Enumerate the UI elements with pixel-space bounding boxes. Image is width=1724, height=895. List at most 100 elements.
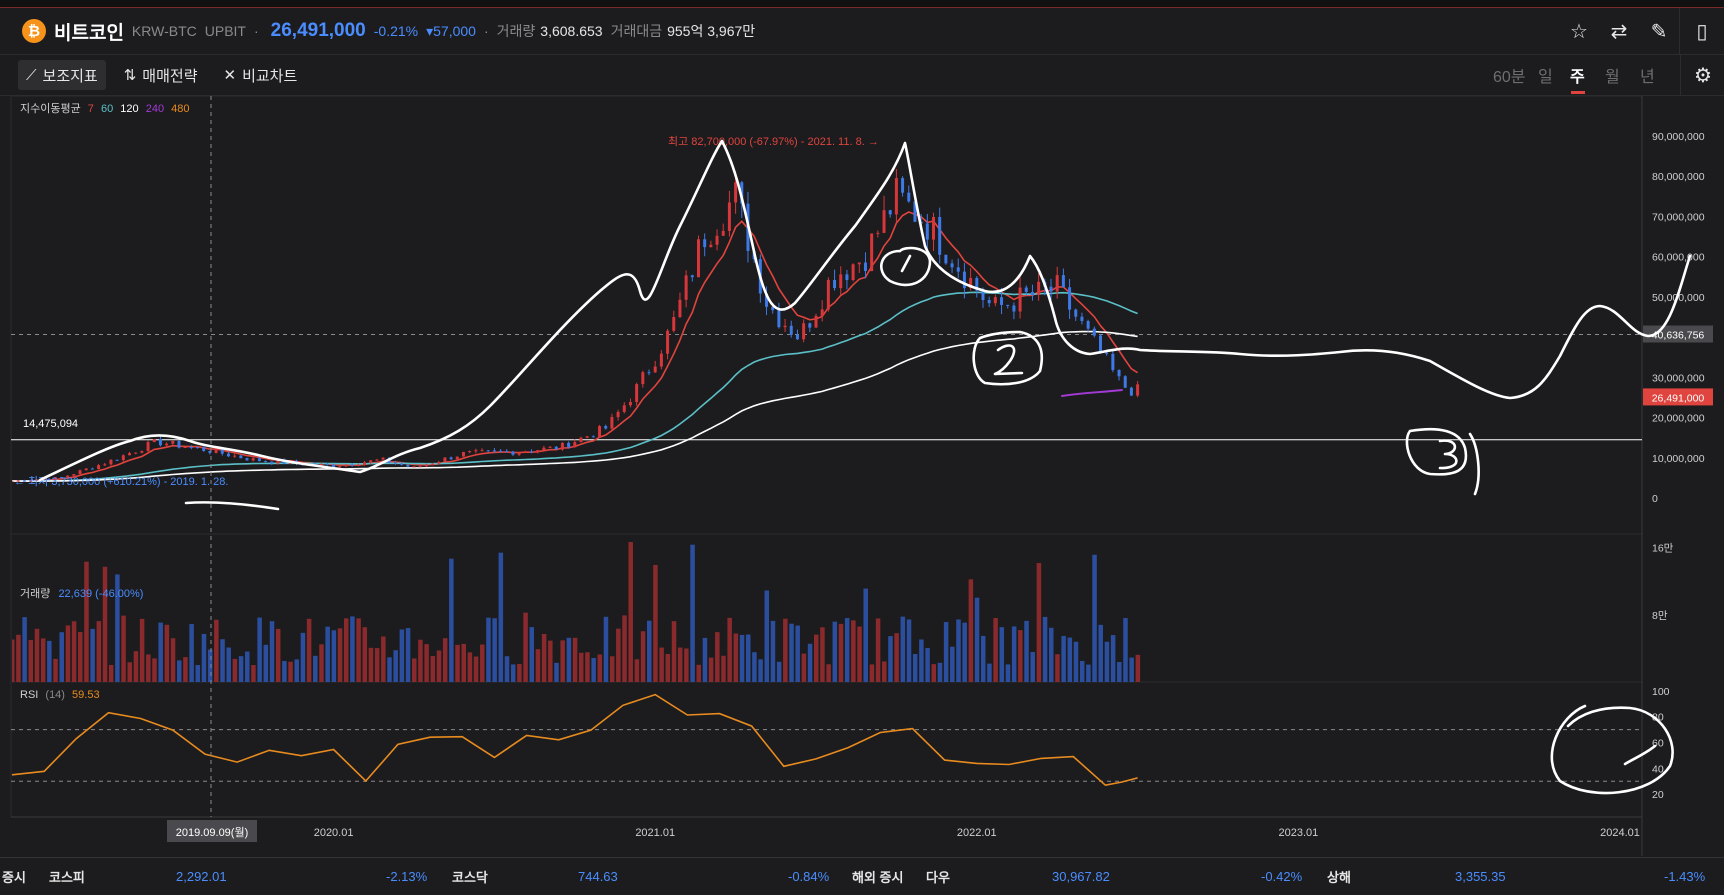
volume-bar	[572, 637, 578, 682]
period-year[interactable]: 년	[1640, 55, 1655, 95]
footer-name-kospi[interactable]: 코스피	[49, 858, 85, 895]
volume-bar	[863, 588, 868, 682]
candle-body	[851, 264, 855, 281]
candle-body	[369, 460, 373, 463]
footer-name-shanghai[interactable]: 상해	[1327, 858, 1351, 895]
candle-body	[443, 457, 447, 462]
candle-body	[622, 405, 626, 412]
volume-bar	[22, 617, 27, 682]
volume-bar	[78, 632, 83, 682]
candle-body	[121, 455, 125, 461]
strategy-button[interactable]: ⇅ 매매전략	[116, 60, 206, 90]
volume-bar	[504, 656, 510, 682]
gear-icon[interactable]: ⚙	[1680, 55, 1724, 95]
ma-240: 240	[146, 103, 164, 115]
candle-body	[932, 216, 936, 240]
high-annotation: 최고 82,700,000 (-67.97%) - 2021. 11. 8. →	[668, 135, 879, 148]
swap-icon[interactable]: ⇄	[1599, 8, 1639, 54]
price-chart[interactable]: 90,000,000 80,000,000 70,000,000 60,000,000…	[0, 96, 1724, 856]
period-60min[interactable]: 60분	[1493, 55, 1526, 95]
period-month[interactable]: 월	[1605, 55, 1620, 95]
sort-arrows-icon: ⇅	[123, 67, 137, 84]
volume-bar	[956, 619, 961, 682]
candle-body	[567, 442, 571, 448]
volume-bar	[708, 657, 714, 682]
footer-name-dow[interactable]: 다우	[926, 858, 950, 895]
volume-bar	[560, 640, 565, 682]
volume-bar	[776, 661, 782, 682]
volume-bar	[1011, 626, 1017, 682]
footer-change-dow: -0.42%	[1261, 869, 1303, 884]
candle-body	[1092, 328, 1096, 336]
chart-toolbar: ⟋ 보조지표 ⇅ 매매전략 ✕ 비교차트	[0, 55, 1724, 96]
volume-bar	[158, 622, 163, 682]
volume-y-ticks: 16만 8만	[1652, 543, 1674, 622]
star-icon[interactable]: ☆	[1559, 8, 1599, 54]
volume-bar	[492, 618, 497, 682]
volume-bar	[306, 618, 312, 682]
rsi-title: RSI	[20, 689, 38, 701]
bitcoin-logo-icon: ₿	[22, 19, 46, 43]
rsi-value: 59.53	[72, 689, 100, 701]
indicators-button[interactable]: ⟋ 보조지표	[18, 60, 106, 90]
volume-bar	[251, 665, 256, 682]
volume-bar	[665, 653, 671, 682]
volume-bar	[566, 637, 572, 682]
volume-bar	[245, 651, 250, 682]
volume-bar	[207, 649, 213, 682]
volume-bar	[1018, 630, 1023, 682]
volume-bar	[844, 618, 850, 682]
rsi-panel	[10, 681, 1643, 818]
footer-label-overseas: 해외 증시	[852, 870, 904, 885]
candle-body	[901, 178, 905, 193]
volume-bar	[374, 648, 380, 682]
candle-body	[783, 325, 787, 328]
footer-value-dow: 30,967.82	[1052, 869, 1110, 884]
candle-body	[1098, 335, 1102, 353]
volume-bar	[442, 638, 448, 682]
strategy-label: 매매전략	[142, 67, 198, 85]
period-day[interactable]: 일	[1538, 55, 1553, 95]
volume-bar	[393, 650, 398, 682]
edit-icon[interactable]: ✎	[1639, 8, 1679, 54]
price-y-tick-label: 0	[1652, 493, 1658, 505]
footer-name-kosdaq[interactable]: 코스닥	[452, 858, 488, 895]
period-week[interactable]: 주	[1570, 55, 1585, 95]
candle-body	[1018, 287, 1022, 312]
candle-body	[1000, 297, 1004, 305]
top-accent-line	[0, 0, 1724, 8]
candle-body	[833, 279, 837, 289]
candle-body	[1030, 291, 1034, 296]
candle-body	[165, 443, 169, 446]
candle-body	[1068, 287, 1072, 310]
candle-body	[548, 446, 552, 448]
volume-bar	[1049, 627, 1054, 682]
x-tick-label: 2024.01	[1600, 827, 1640, 839]
volume-bar	[1024, 620, 1029, 682]
candle-body	[505, 451, 509, 453]
compare-button[interactable]: ✕ 비교차트	[216, 60, 306, 90]
volume-bar	[201, 633, 207, 682]
volume-bar	[102, 566, 108, 682]
x-axis-ticks: 2020.01 2021.01 2022.01 2023.01 2024.01	[314, 827, 1640, 839]
panel-icon[interactable]: ▯	[1679, 8, 1724, 54]
candle-body	[894, 178, 898, 215]
volume-bar	[430, 655, 436, 682]
x-tick-label: 2021.01	[635, 827, 675, 839]
rsi-y-tick-label: 20	[1652, 789, 1664, 801]
candle-body	[1055, 275, 1059, 292]
coin-name[interactable]: 비트코인	[54, 18, 124, 45]
candle-body	[128, 453, 132, 456]
candle-body	[653, 366, 657, 373]
candle-body	[826, 279, 830, 310]
price-y-tick-label: 60,000,000	[1652, 252, 1705, 264]
candle-body	[400, 463, 404, 465]
trading-pair: KRW-BTC	[131, 23, 197, 39]
candle-body	[319, 463, 323, 466]
candle-body	[610, 417, 614, 429]
volume-bar	[59, 632, 64, 682]
candle-body	[1074, 309, 1078, 317]
volume-bar	[288, 661, 293, 682]
volume-bar	[585, 652, 590, 682]
volume-bar	[313, 655, 318, 682]
